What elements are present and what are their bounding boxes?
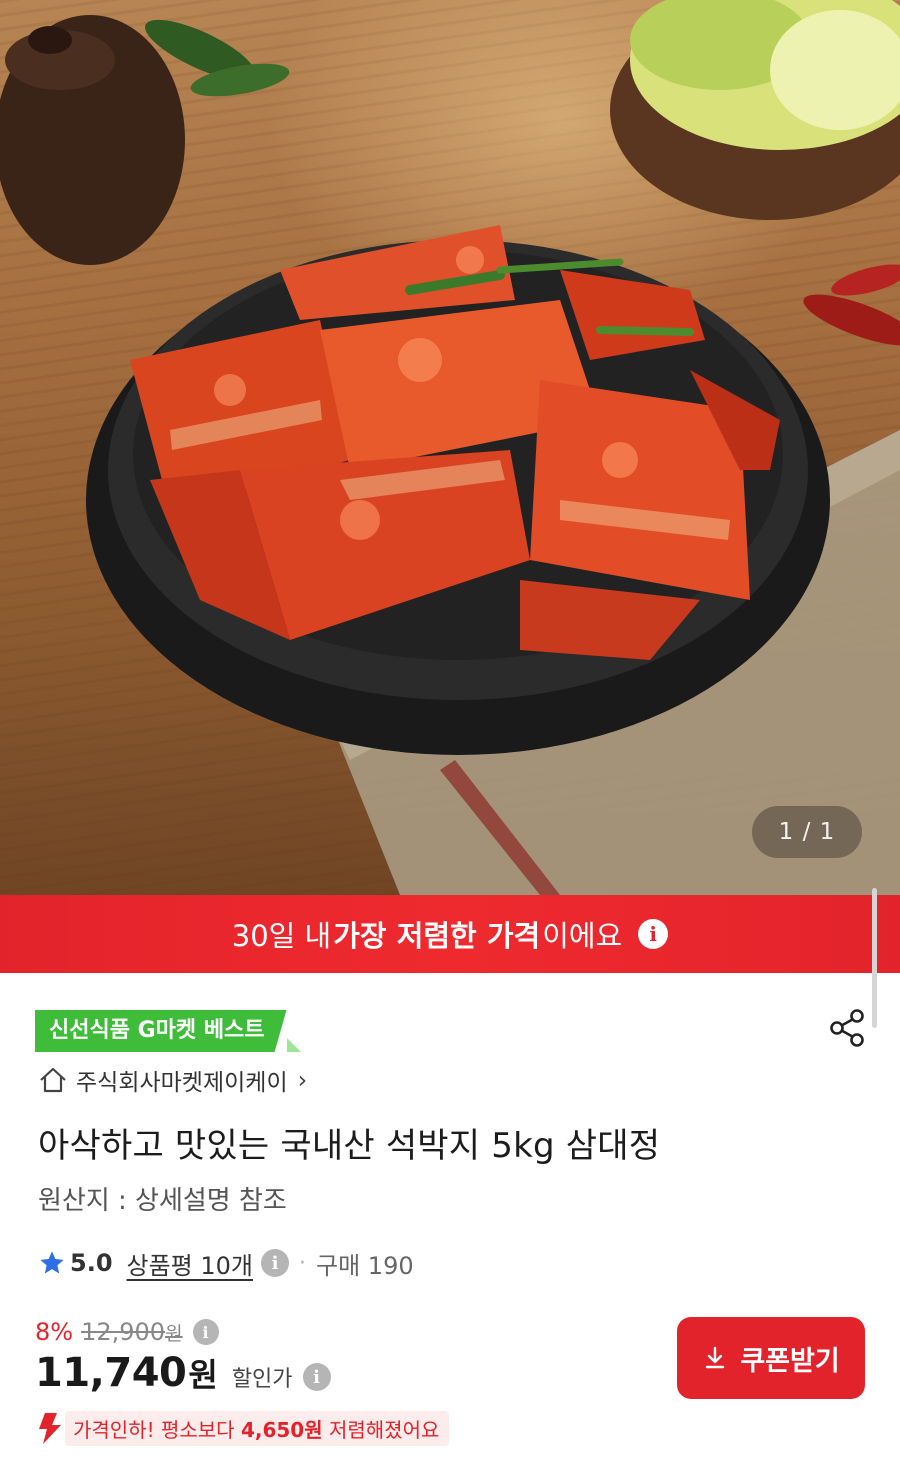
price-drop-text: 가격인하! 평소보다 4,650원 저렴해졌어요 xyxy=(65,1410,450,1446)
info-icon[interactable]: i xyxy=(302,1363,331,1391)
info-icon[interactable]: i xyxy=(192,1319,219,1345)
download-icon xyxy=(706,1346,725,1369)
sale-price-row: 11,740 원 할인가 i xyxy=(35,1350,331,1404)
banner-text-bold: 가장 저렴한 가격 xyxy=(333,919,541,953)
image-pager: 1 / 1 xyxy=(752,806,862,858)
best-badge-label: 신선식품 G마켓 베스트 xyxy=(35,1010,287,1052)
original-price-unit: 원 xyxy=(165,1323,183,1345)
price-drop-lead: 가격인하! xyxy=(73,1417,155,1442)
product-origin: 원산지 : 상세설명 참조 xyxy=(38,1186,287,1216)
scrollbar[interactable] xyxy=(872,888,877,1028)
chevron-right-icon: › xyxy=(297,1066,308,1094)
original-price: 12,900원 xyxy=(81,1318,182,1346)
home-icon xyxy=(40,1067,66,1093)
star-icon xyxy=(40,1251,64,1274)
rating-score: 5.0 xyxy=(70,1249,113,1277)
product-title: 아삭하고 맛있는 국내산 석박지 5kg 삼대정 xyxy=(38,1126,661,1166)
coupon-button-label: 쿠폰받기 xyxy=(740,1345,840,1377)
info-icon[interactable]: i xyxy=(638,919,669,949)
separator-dot: · xyxy=(299,1250,307,1276)
badge-fold xyxy=(286,1038,301,1052)
price-drop-mid: 평소보다 xyxy=(154,1417,241,1442)
rating-row: 5.0 상품평 10개 i · 구매 190 xyxy=(38,1244,414,1282)
sale-price: 11,740 xyxy=(35,1350,187,1396)
original-price-row: 8% 12,900원 i xyxy=(35,1315,219,1349)
lowest-price-banner[interactable]: 30일 내 가장 저렴한 가격 이에요 i xyxy=(0,895,900,973)
sale-price-unit: 원 xyxy=(188,1356,218,1394)
get-coupon-button[interactable]: 쿠폰받기 xyxy=(677,1317,865,1399)
sale-price-label: 할인가 xyxy=(231,1367,293,1392)
share-button[interactable] xyxy=(826,1006,870,1050)
banner-text-post: 이에요 xyxy=(542,919,623,953)
reviews-link[interactable]: 상품평 10개 xyxy=(127,1246,254,1281)
purchase-count: 구매 190 xyxy=(316,1251,414,1280)
product-image[interactable]: 1 / 1 xyxy=(0,0,900,895)
best-badge: 신선식품 G마켓 베스트 xyxy=(35,1010,301,1052)
price-down-icon xyxy=(39,1413,61,1444)
discount-rate: 8% xyxy=(35,1318,74,1346)
kimchi-photo xyxy=(0,0,900,895)
info-icon[interactable]: i xyxy=(261,1249,290,1277)
share-icon xyxy=(830,1009,864,1047)
seller-name: 주식회사마켓제이케이 xyxy=(76,1070,288,1096)
original-price-value: 12,900 xyxy=(81,1318,166,1346)
price-drop-amount: 4,650원 xyxy=(240,1417,323,1442)
banner-text-pre: 30일 내 xyxy=(231,919,332,953)
price-drop-tail: 저렴해졌어요 xyxy=(322,1417,440,1442)
price-drop-note: 가격인하! 평소보다 4,650원 저렴해졌어요 xyxy=(35,1410,450,1446)
seller-link[interactable]: 주식회사마켓제이케이 › xyxy=(38,1062,307,1098)
